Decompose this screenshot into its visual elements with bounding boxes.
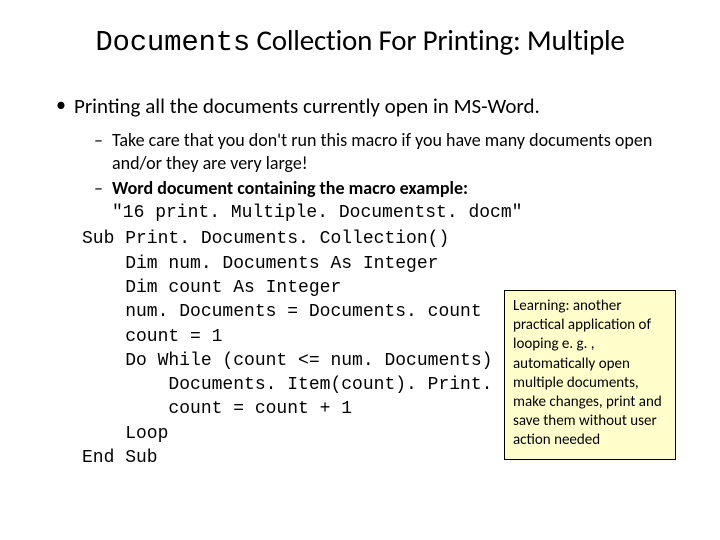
sub-text-2: Word document containing the macro examp… bbox=[112, 177, 468, 199]
title-mono: Documents bbox=[95, 26, 250, 59]
sub-item-2: Word document containing the macro examp… bbox=[94, 177, 670, 225]
slide: Documents Collection For Printing: Multi… bbox=[0, 0, 720, 540]
learning-note-text: Learning: another practical application … bbox=[513, 297, 662, 449]
code-filename: "16 print. Multiple. Documentst. docm" bbox=[112, 203, 522, 223]
sub-item-1: Take care that you don't run this macro … bbox=[94, 129, 670, 175]
slide-title: Documents Collection For Printing: Multi… bbox=[50, 22, 670, 59]
sub-text-1: Take care that you don't run this macro … bbox=[112, 129, 652, 174]
bullet-text-1: Printing all the documents currently ope… bbox=[74, 93, 540, 119]
title-rest: Collection For Printing: Multiple bbox=[250, 22, 625, 58]
sub-list: Take care that you don't run this macro … bbox=[74, 129, 670, 225]
learning-note-box: Learning: another practical application … bbox=[504, 290, 676, 460]
